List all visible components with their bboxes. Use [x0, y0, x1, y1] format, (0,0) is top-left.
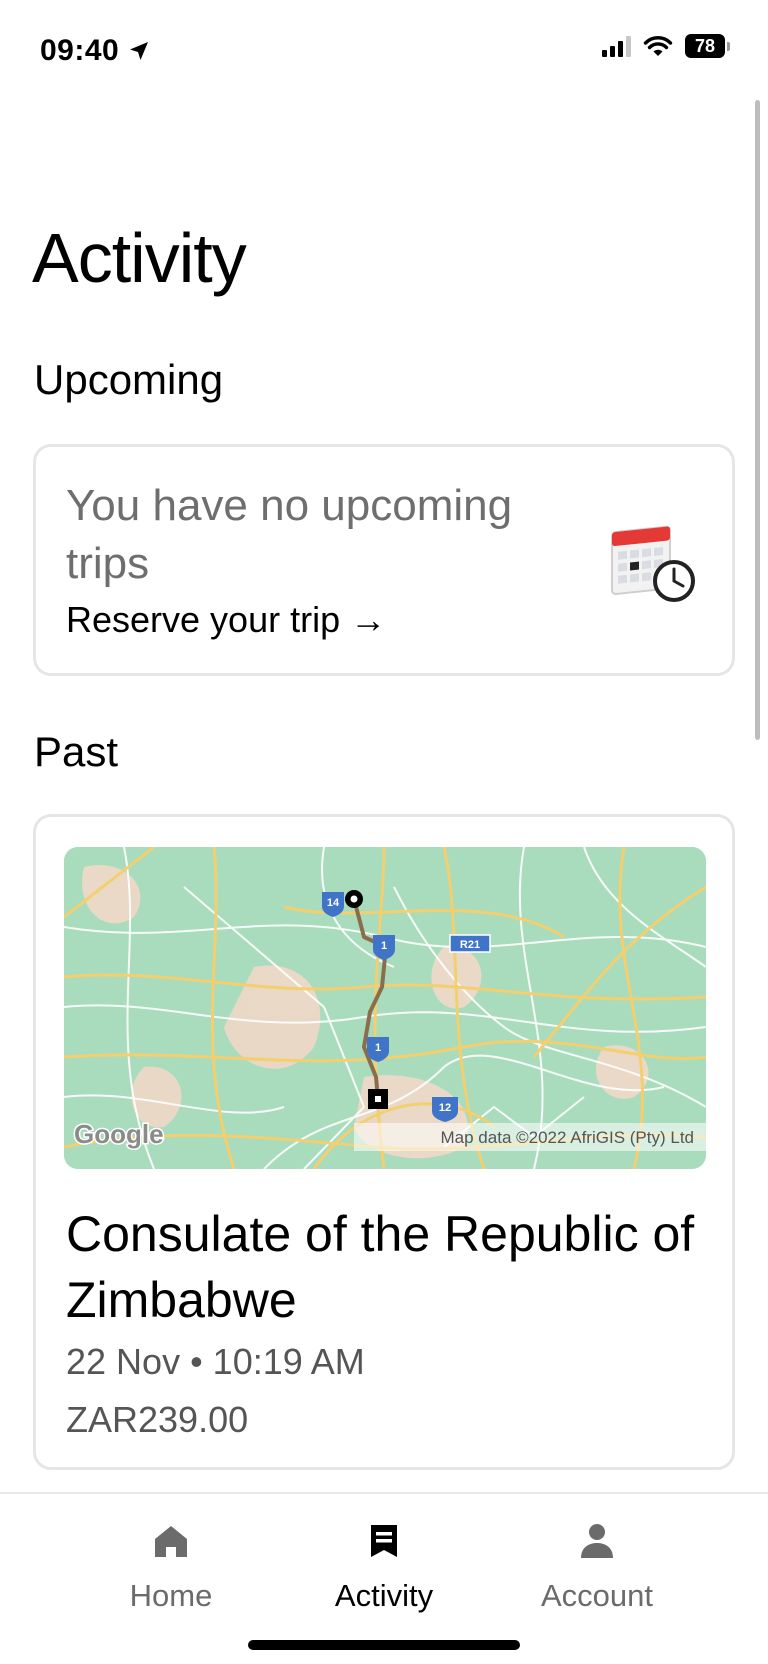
account-icon: [581, 1524, 613, 1558]
shield-1-north: 1: [381, 940, 387, 952]
past-heading: Past: [34, 728, 119, 775]
nav-home[interactable]: Home: [71, 1522, 271, 1614]
shield-12: 12: [439, 1102, 451, 1114]
trip-date-time: 22 Nov • 10:19 AM: [66, 1341, 365, 1382]
status-bar: 09:40 78: [0, 0, 768, 100]
location-arrow-icon: [130, 42, 149, 60]
status-icons: 78: [602, 34, 730, 58]
nav-activity[interactable]: Activity: [284, 1522, 484, 1614]
nav-account-label: Account: [540, 1578, 653, 1613]
upcoming-heading: Upcoming: [34, 356, 224, 403]
trip-price: ZAR239.00: [66, 1399, 249, 1440]
past-trip-card[interactable]: 14 1 1 12 R21 Google Map data ©2022 Afri…: [33, 814, 735, 1470]
status-time-text: 09:40: [40, 34, 120, 67]
wifi-icon: [643, 36, 673, 56]
page-title: Activity: [32, 219, 247, 297]
battery-icon: 78: [685, 34, 730, 58]
bottom-nav: Home Activity Account: [0, 1492, 768, 1664]
home-icon: [155, 1526, 187, 1557]
trip-map: 14 1 1 12 R21 Google Map data ©2022 Afri…: [64, 847, 706, 1169]
map-attribution: Map data ©2022 AfriGIS (Pty) Ltd: [441, 1128, 694, 1147]
scrollbar[interactable]: [755, 100, 760, 740]
google-logo: Google: [74, 1119, 164, 1149]
reserve-trip-link[interactable]: Reserve your trip →: [66, 599, 386, 641]
reserve-trip-label: Reserve your trip: [66, 599, 341, 640]
upcoming-card[interactable]: You have no upcoming trips Reserve your …: [33, 444, 735, 676]
activity-icon: [371, 1525, 397, 1557]
trip-destination: Consulate of the Republic of Zimbabwe: [66, 1206, 695, 1328]
signal-icon: [602, 35, 631, 57]
shield-r21: R21: [460, 939, 480, 951]
nav-account[interactable]: Account: [497, 1522, 697, 1614]
home-indicator[interactable]: [248, 1640, 520, 1650]
no-upcoming-message: You have no upcoming trips: [66, 481, 513, 588]
nav-activity-label: Activity: [334, 1578, 434, 1613]
status-time: 09:40: [40, 34, 151, 68]
calendar-clock-icon: [611, 525, 695, 602]
shield-14: 14: [327, 897, 340, 909]
nav-home-label: Home: [129, 1578, 213, 1613]
shield-1-south: 1: [375, 1042, 381, 1054]
battery-level: 78: [685, 34, 725, 58]
arrow-right-icon: →: [350, 599, 387, 640]
